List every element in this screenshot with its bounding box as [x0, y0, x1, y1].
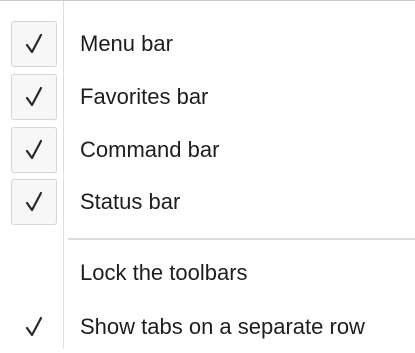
menu-item-status-bar[interactable]: Status bar: [0, 176, 415, 228]
menu-item-label: Menu bar: [80, 31, 173, 56]
check-icon: [11, 179, 57, 225]
check-icon: [11, 74, 57, 120]
menu-item-label: Command bar: [80, 137, 220, 162]
check-icon: [11, 127, 57, 173]
menu-item-label: Status bar: [80, 189, 181, 214]
toolbars-context-menu: Menu bar Favorites bar Command bar Statu…: [0, 0, 415, 349]
menu-item-label: Lock the toolbars: [80, 260, 248, 285]
menu-item-label: Show tabs on a separate row: [80, 314, 365, 339]
menu-item-favorites-bar[interactable]: Favorites bar: [0, 71, 415, 123]
menu-item-command-bar[interactable]: Command bar: [0, 124, 415, 176]
menu-item-menu-bar[interactable]: Menu bar: [0, 18, 415, 70]
menu-item-label: Favorites bar: [80, 84, 209, 109]
check-icon: [11, 304, 57, 350]
menu-item-lock-toolbars[interactable]: Lock the toolbars: [0, 247, 415, 299]
check-icon: [11, 21, 57, 67]
menu-separator: [68, 238, 415, 241]
menu-item-show-tabs-separate-row[interactable]: Show tabs on a separate row: [0, 301, 415, 353]
